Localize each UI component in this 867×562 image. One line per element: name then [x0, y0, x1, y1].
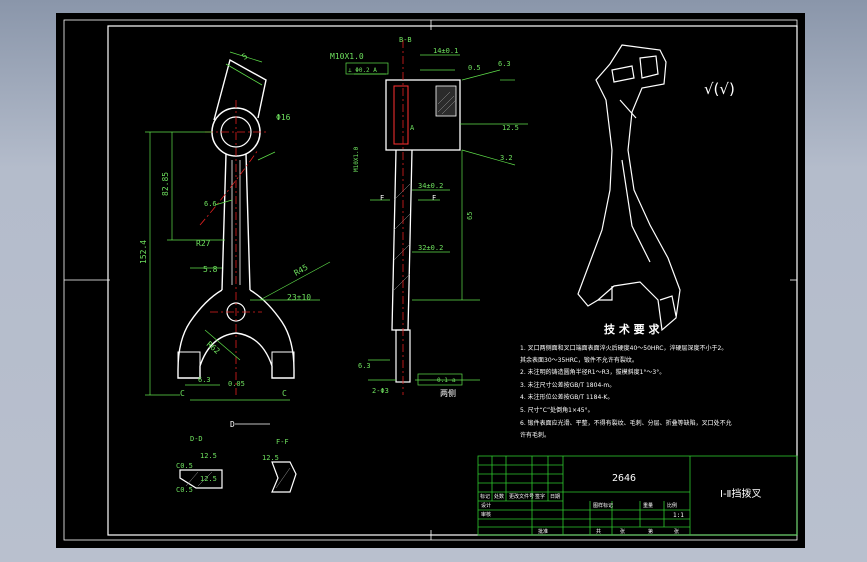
- roughness-symbol: √(√): [704, 80, 735, 98]
- tb-label-1: 处数: [494, 493, 504, 500]
- tb-bottom-0: 共: [596, 528, 601, 535]
- tb-bottom-1: 张: [620, 528, 625, 535]
- top-dim-2: 6.3: [498, 60, 511, 68]
- tech-title: 技 术 要 求: [604, 322, 660, 336]
- lower-dim-label: 5.8: [203, 265, 218, 274]
- tb-right-0: 图样标记: [593, 502, 613, 509]
- tb-right-2: 比例: [667, 502, 677, 509]
- bottom-note: 两侧: [440, 388, 456, 398]
- dd-dim-3: 12.5: [200, 475, 217, 483]
- mid-dim-2: 32±0.2: [418, 244, 443, 252]
- rough-2: 3.2: [500, 154, 513, 162]
- drawing-number: 2646: [612, 473, 636, 484]
- side-mark: M10X1.0: [353, 146, 360, 172]
- bottom-dim-1: a: [452, 377, 456, 384]
- top-dim-1: 0.5: [468, 64, 481, 72]
- base-dim: 2-Φ3: [372, 387, 389, 395]
- dd-title: D-D: [190, 435, 203, 443]
- top-dim-0: 14±0.1: [433, 47, 458, 55]
- boss-dim-label: Φ16: [276, 113, 291, 122]
- tech-item-4: 4. 未注形位公差按GB/T 1184-K。: [520, 393, 613, 401]
- fork-dim-label: 23±10: [287, 293, 311, 302]
- flatness-label: 0.05: [228, 380, 245, 388]
- cad-drawing-canvas: 5 Φ16 82.85 152.4 R27 5.8 R45 23±10 R62 …: [56, 13, 805, 548]
- screen-background: 5 Φ16 82.85 152.4 R27 5.8 R45 23±10 R62 …: [0, 0, 867, 562]
- tb-row-1: 审核: [481, 511, 491, 518]
- tech-item-6: 6. 锻件表面应光滑、平整，不得有裂纹、毛刺、分层、折叠等缺陷，叉口处不允: [520, 419, 732, 427]
- dd-dim-0: 12.5: [200, 452, 217, 460]
- mid-dim-1: 65: [466, 212, 474, 220]
- section-title: B-B: [399, 36, 412, 44]
- radius-mid-label: R27: [196, 239, 211, 248]
- tb-label-0: 标记: [480, 493, 490, 500]
- mid-dim-0: 34±0.2: [418, 182, 443, 190]
- callout-f-left: F: [380, 194, 384, 202]
- tech-item-1: 其余表面30～35HRC，锻件不允许有裂纹。: [520, 356, 638, 364]
- tech-item-5: 5. 尺寸“C”处倒角1×45°。: [520, 406, 594, 414]
- thread-label: M10X1.0: [330, 52, 364, 61]
- d-view-mark: D: [230, 420, 235, 429]
- tolerance-text: ⊥ Φ0.2 A: [348, 67, 377, 74]
- fork-c-right: C: [282, 389, 287, 398]
- tech-item-0: 1. 叉口两侧面和叉口端面表面淬火后硬度40～50HRC，淬硬层深度不小于2。: [520, 344, 727, 352]
- tech-item-2: 2. 未注明的铸造圆角半径R1～R3，拔模斜度1°～3°。: [520, 368, 665, 376]
- rough-3: 6.3: [358, 362, 371, 370]
- tb-label-3: 签字: [535, 493, 545, 500]
- drawing-sheet: [56, 13, 805, 548]
- fork-c-left: C: [180, 389, 185, 398]
- dd-dim-1: C0.5: [176, 462, 193, 470]
- callout-f-right: F: [432, 194, 436, 202]
- tb-bottom-2: 第: [648, 528, 653, 535]
- tech-item-3: 3. 未注尺寸公差按GB/T 1804-m。: [520, 381, 615, 389]
- tb-bottom-3: 张: [674, 528, 679, 535]
- ff-title: F-F: [276, 438, 289, 446]
- tb-label-4: 日期: [550, 494, 560, 500]
- tb-right-1: 重量: [643, 502, 653, 509]
- dd-dim-2: C0.5: [176, 486, 193, 494]
- bottom-dim-0: 0.1: [437, 377, 448, 384]
- ff-dim-0: 12.5: [262, 454, 279, 462]
- tech-item-7: 许有毛刺。: [520, 431, 550, 439]
- part-name: Ⅰ-Ⅱ挡拨叉: [720, 487, 761, 500]
- small-45-label: 6.6: [204, 200, 217, 208]
- tb-row-0: 设计: [481, 502, 491, 509]
- tb-row-2: 批准: [538, 528, 548, 535]
- scale-value: 1:1: [673, 512, 684, 519]
- total-length-label: 152.4: [139, 240, 148, 264]
- left-length-label: 82.85: [161, 172, 170, 196]
- tb-label-2: 更改文件号: [509, 493, 534, 500]
- angle-note-label: 6.3: [198, 376, 211, 384]
- rough-1: 12.5: [502, 124, 519, 132]
